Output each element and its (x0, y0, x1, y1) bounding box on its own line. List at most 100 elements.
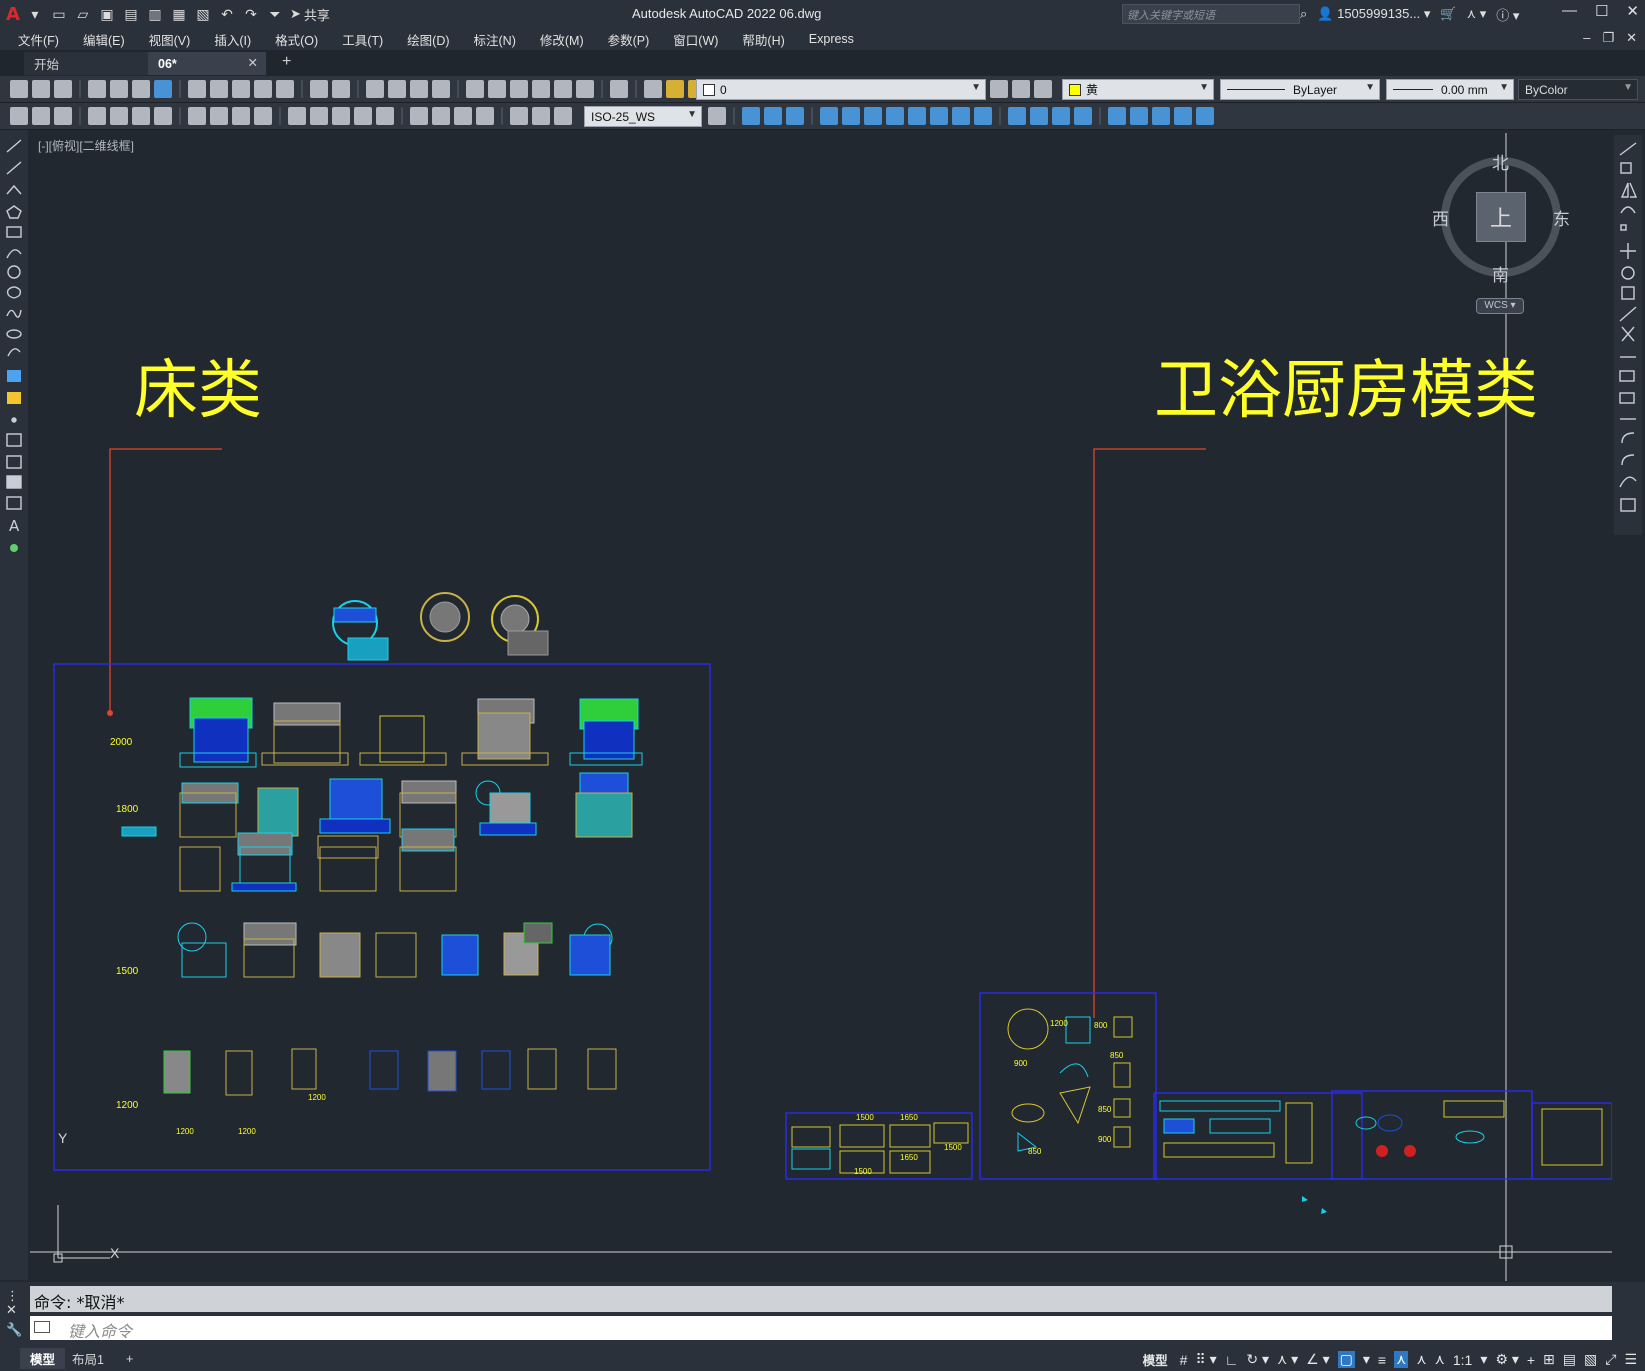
close-icon[interactable]: ✕ (1626, 2, 1639, 20)
mirror-icon[interactable] (1620, 182, 1638, 198)
save-icon[interactable] (54, 80, 72, 98)
layer-previous-icon[interactable] (1012, 80, 1030, 98)
separate-icon[interactable] (1052, 107, 1070, 125)
annotation-scale-value[interactable]: 1:1 (1453, 1352, 1472, 1368)
hatch-icon[interactable] (6, 433, 22, 447)
add-layout-button[interactable]: + (116, 1348, 143, 1369)
tab-close-icon[interactable]: ✕ (248, 55, 258, 70)
design-center-icon[interactable] (488, 80, 506, 98)
maximize-icon[interactable]: ☐ (1595, 2, 1608, 20)
plot-icon[interactable]: ▧ (194, 5, 212, 23)
paste-icon[interactable] (232, 80, 250, 98)
box-icon[interactable] (742, 107, 760, 125)
osnap-icon[interactable]: ▢ (1337, 1351, 1355, 1368)
cart-icon[interactable]: 🛒 (1440, 6, 1456, 22)
angular-icon[interactable] (254, 107, 272, 125)
isodraft-icon[interactable]: ⋏ ▾ (1277, 1351, 1298, 1368)
calculator-icon[interactable] (576, 80, 594, 98)
graphics-performance-icon[interactable]: ▧ (1584, 1351, 1597, 1368)
ortho-icon[interactable]: ∟ (1225, 1352, 1239, 1368)
taper-face-icon[interactable] (930, 107, 948, 125)
menu-view[interactable]: 视图(V) (149, 30, 191, 49)
add-selected-icon[interactable] (10, 544, 18, 552)
section-icon[interactable] (1152, 107, 1170, 125)
layer-properties-icon[interactable] (644, 80, 662, 98)
dimstyle-dropdown[interactable]: ISO-25_WS ▼ (584, 106, 702, 127)
block-editor-icon[interactable] (276, 80, 294, 98)
construction-line-icon[interactable] (6, 161, 22, 175)
dim-update-icon[interactable] (554, 107, 572, 125)
jogged-linear-icon[interactable] (476, 107, 494, 125)
fullscreen-icon[interactable]: ⤢ (1605, 1351, 1616, 1368)
zoom-window-icon[interactable] (410, 80, 428, 98)
circle-icon[interactable] (7, 265, 21, 279)
match-prop-icon[interactable] (254, 80, 272, 98)
inspect-icon[interactable] (454, 107, 472, 125)
arc-icon[interactable] (6, 249, 22, 259)
move-face-icon[interactable] (842, 107, 860, 125)
osnap-dropdown-icon[interactable]: ▾ (1363, 1351, 1370, 1368)
markup-icon[interactable] (554, 80, 572, 98)
quick-properties-icon[interactable]: ▤ (1563, 1351, 1576, 1368)
menu-file[interactable]: 文件(F) (18, 30, 59, 49)
scale-dropdown-icon[interactable]: ▾ (1480, 1351, 1487, 1368)
tolerance-icon[interactable] (410, 107, 428, 125)
copy-icon[interactable] (210, 80, 228, 98)
mtext-icon[interactable]: A (9, 517, 20, 535)
tool-palette-icon[interactable] (510, 80, 528, 98)
publish-icon[interactable] (132, 80, 150, 98)
doc-restore-icon[interactable]: ❐ (1602, 30, 1614, 46)
grid-icon[interactable]: # (1180, 1352, 1188, 1368)
rectangle-icon[interactable] (6, 226, 22, 238)
copy-icon[interactable] (1620, 162, 1632, 174)
customize-menu-icon[interactable]: ☰ (1624, 1351, 1637, 1368)
stretch-icon[interactable] (1619, 306, 1637, 322)
continue-icon[interactable] (332, 107, 350, 125)
save-icon[interactable]: ▣ (98, 5, 116, 23)
export-icon[interactable]: ▥ (146, 5, 164, 23)
units-icon[interactable]: ⊞ (1543, 1351, 1555, 1368)
move-icon[interactable] (1620, 243, 1636, 259)
shell-icon[interactable] (1074, 107, 1092, 125)
web-icon[interactable] (154, 80, 172, 98)
dim-text-edit-icon[interactable] (532, 107, 550, 125)
viewcube[interactable]: 北 南 西 东 上 WCS ▾ (1432, 154, 1578, 335)
viewcube-west[interactable]: 西 (1432, 205, 1449, 230)
menu-format[interactable]: 格式(O) (275, 30, 318, 49)
check-icon[interactable] (1108, 107, 1126, 125)
wcs-menu[interactable]: WCS ▾ (1476, 298, 1524, 314)
menu-insert[interactable]: 插入(I) (214, 30, 251, 49)
command-settings-icon[interactable]: 🔧 (6, 1322, 22, 1338)
color-dropdown[interactable]: 黄 ▼ (1062, 79, 1214, 100)
jogged-icon[interactable] (210, 107, 228, 125)
plot-icon[interactable] (88, 80, 106, 98)
line-icon[interactable] (6, 139, 22, 153)
osnap-tracking-icon[interactable]: ∠ ▾ (1306, 1351, 1329, 1368)
menu-edit[interactable]: 编辑(E) (83, 30, 125, 49)
new-icon[interactable]: ▭ (50, 5, 68, 23)
search-icon[interactable]: ⌕ (1300, 6, 1307, 22)
annotation-monitor-icon[interactable]: + (1527, 1352, 1535, 1368)
explode-icon[interactable] (1620, 498, 1636, 512)
user-button[interactable]: 👤 1505999135... ▾ (1317, 6, 1430, 22)
linear-dim-icon[interactable] (88, 107, 106, 125)
ellipse-icon[interactable] (6, 329, 22, 339)
viewcube-top-face[interactable]: 上 (1476, 192, 1526, 242)
layer-tool-icon[interactable] (10, 107, 28, 125)
ordinate-icon[interactable] (154, 107, 172, 125)
open-icon[interactable]: ▱ (74, 5, 92, 23)
polygon-icon[interactable] (6, 205, 22, 219)
search-input[interactable]: 键入关键字或短语 (1122, 4, 1300, 24)
layer-on-icon[interactable] (666, 80, 684, 98)
solid-edit-icon[interactable] (1196, 107, 1214, 125)
chamfer-icon[interactable] (1621, 432, 1635, 444)
auto-scale-icon[interactable]: ⋏ (1416, 1351, 1426, 1368)
model-space-button[interactable]: 模型 (1139, 1349, 1172, 1370)
snap-icon[interactable]: ⠿ ▾ (1195, 1351, 1216, 1368)
publish-icon[interactable]: ▦ (170, 5, 188, 23)
layer-dropdown[interactable]: 0 ▼ (696, 79, 986, 100)
command-prompt-icon[interactable] (34, 1321, 50, 1333)
slice-icon[interactable] (1130, 107, 1148, 125)
menu-dimension[interactable]: 标注(N) (474, 30, 516, 49)
erase-icon[interactable] (1619, 142, 1637, 156)
